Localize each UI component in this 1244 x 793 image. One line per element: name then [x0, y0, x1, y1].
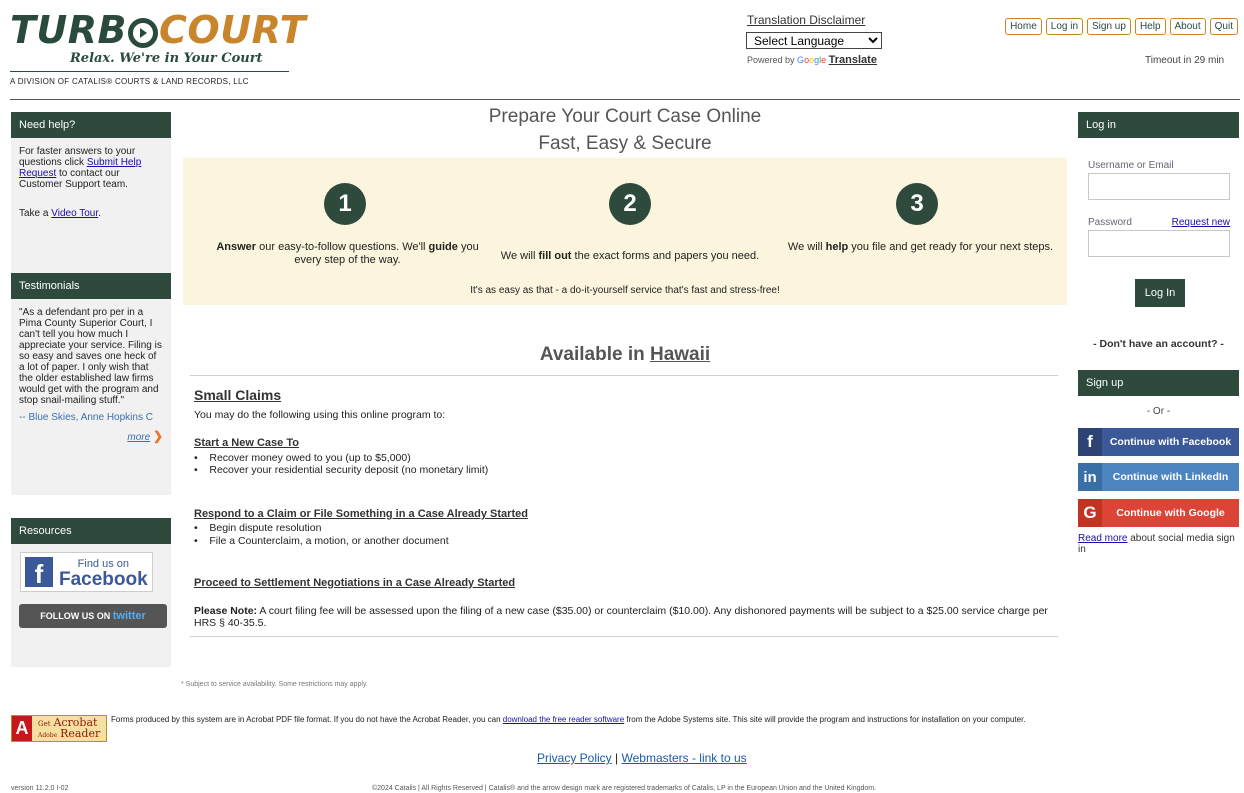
steps-tagline: It's as easy as that - a do-it-yourself … [470, 285, 780, 296]
content-bottom-divider [190, 636, 1058, 637]
intro-text: You may do the following using this onli… [194, 409, 446, 421]
login-header: Log in [1078, 112, 1239, 138]
username-label: Username or Email [1088, 160, 1174, 171]
more-testimonials-link[interactable]: more [127, 432, 150, 443]
follow-us-on-twitter-button[interactable]: FOLLOW US ON twitter [19, 604, 167, 628]
password-input[interactable] [1088, 230, 1230, 257]
step-2-icon: 2 [609, 183, 651, 225]
nav-signup-button[interactable]: Sign up [1087, 18, 1131, 35]
testimonial-author: -- Blue Skies, Anne Hopkins C [19, 412, 153, 423]
top-nav: Home Log in Sign up Help About Quit [1005, 18, 1238, 35]
steps-panel: 1 Answer our easy-to-follow questions. W… [183, 158, 1067, 305]
step-2-text: We will fill out the exact forms and pap… [500, 250, 760, 262]
resources-header: Resources [11, 518, 171, 544]
resources-panel: Resources f Find us on Facebook FOLLOW U… [11, 518, 171, 667]
nav-home-button[interactable]: Home [1005, 18, 1042, 35]
step-3-icon: 3 [896, 183, 938, 225]
turbocourt-logo[interactable]: TURB COURT [10, 10, 306, 50]
webmasters-link[interactable]: Webmasters - link to us [622, 751, 747, 765]
nav-help-button[interactable]: Help [1134, 18, 1166, 35]
small-claims-heading[interactable]: Small Claims [194, 387, 281, 403]
testimonial-quote: "As a defendant pro per in a Pima County… [19, 307, 162, 406]
version-text: version 11.2.0 I-02 [11, 785, 69, 792]
header-divider [10, 99, 1240, 100]
login-button[interactable]: Log In [1135, 279, 1185, 307]
request-new-password-link[interactable]: Request new [1172, 217, 1230, 228]
social-signin-note: Read more about social media sign in [1078, 533, 1235, 555]
logo-divider [10, 71, 289, 72]
need-help-panel: Need help? For faster answers to your qu… [11, 112, 171, 274]
continue-with-google-button[interactable]: G Continue with Google [1078, 499, 1239, 527]
testimonials-panel: Testimonials "As a defendant pro per in … [11, 273, 171, 495]
login-panel: Log in Username or Email Password Reques… [1078, 112, 1239, 257]
privacy-policy-link[interactable]: Privacy Policy [537, 751, 612, 765]
logo-arrow-icon [128, 18, 159, 48]
start-new-case-link[interactable]: Start a New Case To [194, 437, 299, 449]
google-icon: G [1078, 499, 1102, 527]
nav-about-button[interactable]: About [1169, 18, 1206, 35]
step-1-icon: 1 [324, 183, 366, 225]
translate-link[interactable]: Translate [829, 54, 877, 66]
video-tour-link[interactable]: Video Tour [51, 208, 98, 219]
password-label: Password [1088, 217, 1132, 228]
powered-by-google: Powered by Google Translate [747, 54, 877, 66]
respond-to-claim-link[interactable]: Respond to a Claim or File Something in … [194, 508, 528, 520]
signup-header[interactable]: Sign up [1078, 370, 1239, 396]
copyright-text: ©2024 Catalis | All Rights Reserved | Ca… [372, 785, 877, 792]
page-title: Prepare Your Court Case Online [488, 106, 762, 127]
get-acrobat-reader-button[interactable]: A Get Acrobat Adobe Reader [11, 715, 107, 742]
google-logo: Google [797, 55, 827, 65]
step-3-text: We will help you file and get ready for … [787, 241, 1054, 253]
translation-disclaimer-link[interactable]: Translation Disclaimer [747, 13, 865, 27]
nav-login-button[interactable]: Log in [1045, 18, 1084, 35]
list-item: • Recover money owed to you (up to $5,00… [194, 452, 411, 464]
no-account-text: - Don't have an account? - [1093, 338, 1224, 350]
service-footnote: * Subject to service availability. Some … [181, 681, 368, 688]
settlement-negotiations-link[interactable]: Proceed to Settlement Negotiations in a … [194, 577, 515, 589]
session-timeout: Timeout in 29 min [1145, 55, 1225, 66]
username-input[interactable] [1088, 173, 1230, 200]
list-item: • Begin dispute resolution [194, 522, 322, 534]
continue-with-linkedin-button[interactable]: in Continue with LinkedIn [1078, 463, 1239, 491]
available-in-heading: Available in Hawaii [539, 344, 711, 365]
continue-with-facebook-button[interactable]: f Continue with Facebook [1078, 428, 1239, 456]
page-subtitle: Fast, Easy & Secure [538, 133, 712, 154]
footer-links: Privacy Policy | Webmasters - link to us [537, 751, 747, 765]
language-select[interactable]: Select Language [746, 32, 882, 49]
need-help-header: Need help? [11, 112, 171, 138]
step-1-text: Answer our easy-to-follow questions. We'… [216, 241, 479, 266]
chevron-right-icon: ❯ [152, 429, 163, 443]
linkedin-icon: in [1078, 463, 1102, 491]
testimonials-header: Testimonials [11, 273, 171, 299]
section-divider [190, 375, 1058, 376]
twitter-icon: twitter [112, 609, 146, 622]
filing-fee-note: Please Note: A court filing fee will be … [194, 605, 1048, 629]
read-more-link[interactable]: Read more [1078, 533, 1127, 544]
list-item: • File a Counterclaim, a motion, or anot… [194, 535, 449, 547]
division-text: A DIVISION OF CATALIS® COURTS & LAND REC… [10, 77, 249, 86]
list-item: • Recover your residential security depo… [194, 464, 489, 476]
download-reader-link[interactable]: download the free reader software [503, 715, 624, 724]
facebook-icon: f [1078, 428, 1102, 456]
acrobat-info-text: Forms produced by this system are in Acr… [111, 715, 1026, 724]
adobe-icon: A [12, 716, 32, 741]
logo-tagline: Relax. We're in Your Court [70, 51, 263, 66]
or-separator: - Or - [1146, 406, 1171, 417]
state-link[interactable]: Hawaii [650, 344, 710, 365]
nav-quit-button[interactable]: Quit [1209, 18, 1238, 35]
facebook-icon: f [25, 557, 53, 589]
find-us-on-facebook-button[interactable]: f Find us on Facebook [20, 552, 153, 592]
